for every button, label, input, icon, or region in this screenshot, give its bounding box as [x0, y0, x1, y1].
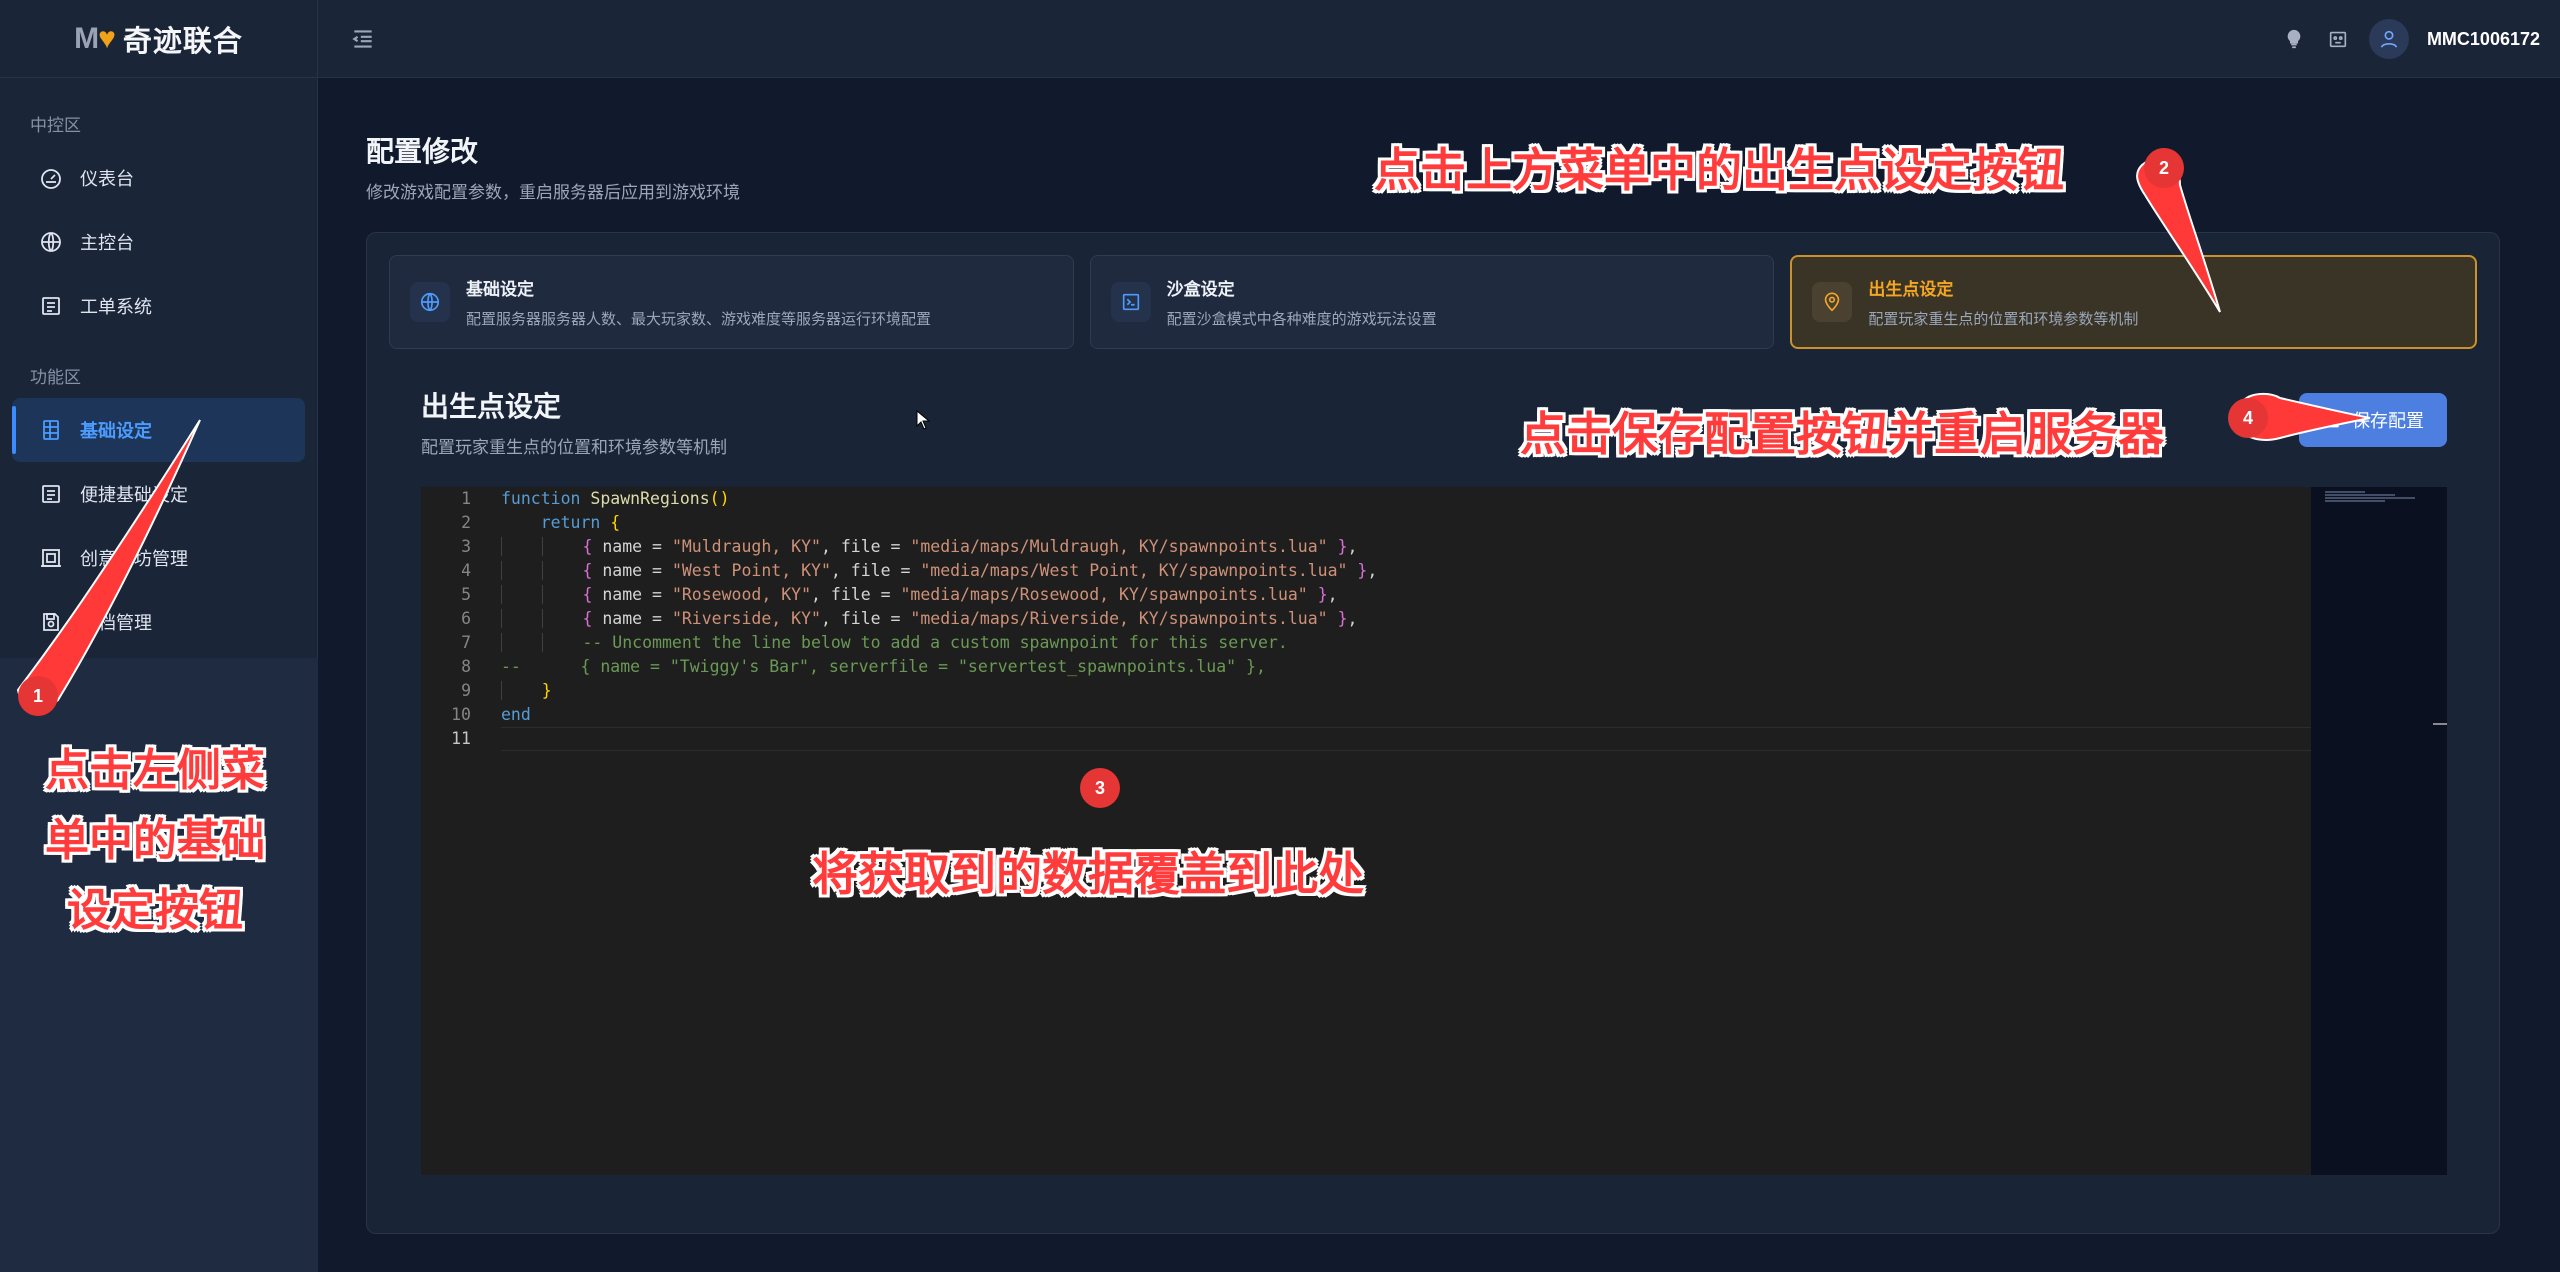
code-line: } — [501, 679, 2311, 703]
tab-sandbox-settings[interactable]: 沙盒设定 配置沙盒模式中各种难度的游戏玩法设置 — [1089, 255, 1775, 349]
save-button-label: 保存配置 — [2352, 411, 2424, 431]
sidebar-item-label: 存档管理 — [80, 613, 152, 633]
save-icon — [38, 609, 64, 635]
logo[interactable]: M ♥ 奇迹联合 — [74, 18, 243, 60]
sidebar-item-label: 工单系统 — [80, 297, 152, 317]
line-number: 4 — [461, 561, 471, 580]
annotation-step1: 点击左侧菜 单中的基础 设定按钮 — [45, 745, 265, 936]
code-line: { name = "Rosewood, KY", file = "media/m… — [501, 583, 2311, 607]
sidebar-item-console[interactable]: 主控台 — [12, 210, 305, 274]
editor-scroll-indicator[interactable] — [2433, 723, 2447, 725]
code-editor[interactable]: 1 2 3 4 5 6 7 8 9 10 11 function SpawnRe… — [421, 487, 2447, 1175]
line-number-gutter: 1 2 3 4 5 6 7 8 9 10 11 — [421, 487, 497, 1175]
table-icon — [38, 417, 64, 443]
mouse-cursor-icon — [916, 410, 930, 430]
save-icon — [2325, 412, 2339, 428]
line-number: 6 — [461, 609, 471, 628]
globe-icon — [410, 282, 450, 322]
username[interactable]: MMC1006172 — [2427, 29, 2540, 50]
avatar[interactable] — [2368, 19, 2409, 59]
sidebar-item-workshop[interactable]: 创意工坊管理 — [12, 526, 305, 590]
sidebar-section-label: 功能区 — [30, 368, 81, 387]
code-line: { name = "Muldraugh, KY", file = "media/… — [501, 535, 2311, 559]
line-number: 2 — [461, 513, 471, 532]
line-number: 11 — [451, 729, 471, 748]
robot-icon[interactable] — [2325, 26, 2351, 52]
code-line: { name = "Riverside, KY", file = "media/… — [501, 607, 2311, 631]
config-panel: 基础设定 配置服务器服务器人数、最大玩家数、游戏难度等服务器运行环境配置 沙盒设… — [366, 232, 2500, 1234]
list-icon — [38, 293, 64, 319]
tab-spawn-settings[interactable]: 出生点设定 配置玩家重生点的位置和环境参数等机制 — [1790, 255, 2478, 349]
code-line: end — [501, 705, 531, 724]
sidebar-item-label: 便捷基础设定 — [80, 485, 188, 505]
code-content[interactable]: function SpawnRegions() return { { name … — [501, 487, 2311, 751]
location-icon — [1812, 282, 1853, 322]
tab-description: 配置服务器服务器人数、最大玩家数、游戏难度等服务器运行环境配置 — [466, 311, 932, 328]
logo-mark: M — [74, 21, 101, 55]
code-line: -- Uncomment the line below to add a cus… — [501, 631, 2311, 655]
step-badge-1: 1 — [18, 676, 58, 716]
annotation-step2: 点击上方菜单中的出生点设定按钮 — [1374, 143, 2064, 197]
editor-minimap[interactable] — [2311, 487, 2447, 1175]
config-tabs: 基础设定 配置服务器服务器人数、最大玩家数、游戏难度等服务器运行环境配置 沙盒设… — [389, 255, 2478, 349]
save-config-button[interactable]: 保存配置 — [2299, 393, 2447, 447]
tab-title: 出生点设定 — [1868, 280, 1954, 299]
line-number: 3 — [461, 537, 471, 556]
terminal-icon — [1110, 282, 1151, 322]
line-number: 10 — [451, 705, 471, 724]
code-line: { name = "West Point, KY", file = "media… — [501, 559, 2311, 583]
sidebar-item-label: 主控台 — [80, 233, 134, 253]
line-number: 9 — [461, 681, 471, 700]
globe-icon — [38, 229, 64, 255]
tab-description: 配置玩家重生点的位置和环境参数等机制 — [1868, 311, 2139, 328]
code-line: return { — [540, 513, 621, 532]
sidebar-item-label: 仪表台 — [80, 169, 134, 189]
sidebar-item-tickets[interactable]: 工单系统 — [12, 274, 305, 338]
logo-text: 奇迹联合 — [122, 25, 243, 58]
dashboard-icon — [38, 165, 64, 191]
list-icon — [38, 481, 64, 507]
sidebar-item-basic-settings[interactable]: 基础设定 — [12, 398, 305, 462]
lightbulb-icon[interactable] — [2281, 26, 2307, 52]
logo-bar: M ♥ 奇迹联合 — [0, 0, 317, 78]
code-line: function SpawnRegions() — [501, 489, 730, 508]
sidebar-item-saves[interactable]: 存档管理 — [12, 590, 305, 654]
step-badge-3: 3 — [1080, 768, 1120, 808]
section-title: 出生点设定 — [421, 391, 562, 422]
code-line-current — [501, 727, 2311, 751]
page-title: 配置修改 — [366, 136, 479, 167]
line-number: 7 — [461, 633, 471, 652]
heart-icon: ♥ — [98, 21, 117, 55]
topbar-actions: MMC1006172 — [2281, 0, 2540, 78]
sidebar: M ♥ 奇迹联合 中控区 仪表台 主控台 工单系统 功能区 基础设定 便捷基础设… — [0, 0, 318, 1272]
step-badge-2: 2 — [2144, 148, 2184, 188]
section-subtitle: 配置玩家重生点的位置和环境参数等机制 — [421, 438, 727, 457]
sidebar-section-label: 中控区 — [30, 116, 81, 135]
line-number: 5 — [461, 585, 471, 604]
sidebar-item-quick-basic-settings[interactable]: 便捷基础设定 — [12, 462, 305, 526]
line-number: 1 — [461, 489, 471, 508]
user-icon — [2380, 30, 2398, 48]
building-icon — [38, 545, 64, 571]
code-line: -- { name = "Twiggy's Bar", serverfile =… — [501, 657, 1266, 676]
sidebar-item-label: 基础设定 — [80, 421, 152, 441]
annotation-step4: 点击保存配置按钮并重启服务器 — [1520, 407, 2164, 461]
main-content: 配置修改 修改游戏配置参数，重启服务器后应用到游戏环境 基础设定 配置服务器服务… — [318, 78, 2560, 1272]
tab-basic-settings[interactable]: 基础设定 配置服务器服务器人数、最大玩家数、游戏难度等服务器运行环境配置 — [389, 255, 1074, 349]
sidebar-item-label: 创意工坊管理 — [80, 549, 188, 569]
topbar: MMC1006172 — [318, 0, 2560, 78]
line-number: 8 — [461, 657, 471, 676]
page-subtitle: 修改游戏配置参数，重启服务器后应用到游戏环境 — [366, 183, 740, 202]
tab-title: 沙盒设定 — [1166, 280, 1235, 299]
sidebar-item-dashboard[interactable]: 仪表台 — [12, 146, 305, 210]
tab-title: 基础设定 — [466, 280, 534, 299]
tab-description: 配置沙盒模式中各种难度的游戏玩法设置 — [1166, 311, 1437, 328]
step-badge-4: 4 — [2228, 398, 2268, 438]
annotation-step3: 将获取到的数据覆盖到此处 — [812, 847, 1364, 901]
menu-collapse-icon[interactable] — [350, 26, 376, 52]
